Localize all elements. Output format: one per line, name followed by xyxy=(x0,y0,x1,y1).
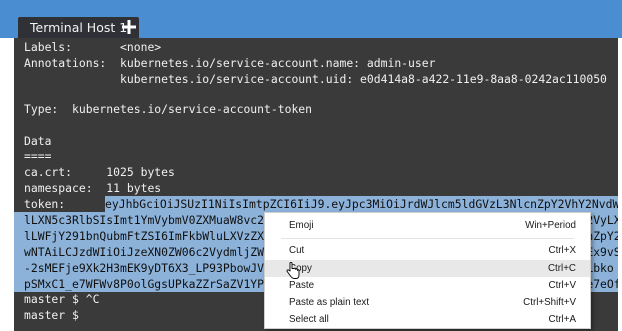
context-menu: Emoji Win+Period Cut Ctrl+X Copy Ctrl+C … xyxy=(264,212,591,329)
prompt-line: master $ ^C xyxy=(24,292,100,306)
token-label: token: xyxy=(24,197,107,211)
right-margin xyxy=(618,38,622,331)
menu-item-copy[interactable]: Copy Ctrl+C xyxy=(265,260,590,277)
terminal-line: Annotations: kubernetes.io/service-accou… xyxy=(24,56,436,70)
menu-item-shortcut: Ctrl+Shift+V xyxy=(523,297,576,308)
token-selection-line[interactable]: eyJhbGciOiJSUzI1NiIsImtpZCI6IiJ9.eyJpc3M… xyxy=(105,196,618,212)
menu-item-paste-plain[interactable]: Paste as plain text Ctrl+Shift+V xyxy=(265,294,590,311)
plus-icon xyxy=(122,20,136,34)
terminal-line: ca.crt: 1025 bytes xyxy=(24,165,175,179)
menu-separator xyxy=(281,238,574,239)
menu-item-label: Select all xyxy=(289,314,329,325)
menu-item-shortcut: Ctrl+A xyxy=(548,314,577,325)
hand-pointer-icon xyxy=(286,261,300,284)
menu-item-label: Paste as plain text xyxy=(289,297,370,308)
prompt-line[interactable]: master $ xyxy=(24,308,86,323)
menu-item-shortcut: Ctrl+V xyxy=(548,280,577,291)
terminal-line: Labels: <none> xyxy=(24,40,162,54)
menu-item-shortcut: Win+Period xyxy=(525,220,576,231)
left-margin xyxy=(0,38,14,331)
terminal-line: ==== xyxy=(24,149,52,163)
menu-item-label: Cut xyxy=(289,245,305,256)
tab-bar: Terminal Host 1 xyxy=(0,0,622,38)
terminal-line: Type: kubernetes.io/service-account-toke… xyxy=(24,102,313,116)
new-tab-button[interactable] xyxy=(118,17,140,38)
menu-item-emoji[interactable]: Emoji Win+Period xyxy=(265,217,590,234)
menu-item-label: Emoji xyxy=(289,220,314,231)
terminal-line: namespace: 11 bytes xyxy=(24,181,162,195)
menu-item-select-all[interactable]: Select all Ctrl+A xyxy=(265,311,590,328)
menu-item-shortcut: Ctrl+X xyxy=(548,245,577,256)
terminal-line: Data xyxy=(24,134,52,148)
terminal-line: kubernetes.io/service-account.uid: e0d41… xyxy=(24,72,607,86)
terminal-window: Terminal Host 1 Labels: <none> Annotatio… xyxy=(0,0,622,331)
menu-item-paste[interactable]: Paste Ctrl+V xyxy=(265,277,590,294)
menu-item-shortcut: Ctrl+C xyxy=(547,263,576,274)
menu-item-cut[interactable]: Cut Ctrl+X xyxy=(265,242,590,259)
